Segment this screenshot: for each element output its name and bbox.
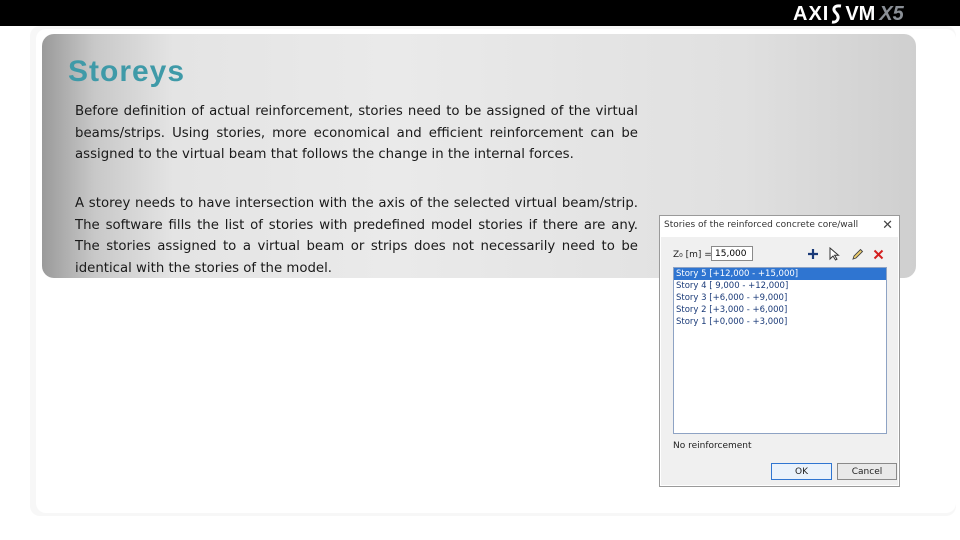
pointer-icon[interactable] [827, 246, 843, 262]
dialog-titlebar: Stories of the reinforced concrete core/… [660, 216, 899, 237]
list-item[interactable]: Story 1 [+0,000 - +3,000] [674, 316, 886, 328]
reinforcement-status: No reinforcement [673, 441, 752, 451]
slide-title: Storeys [68, 55, 186, 88]
axisvm-logo: AXI VM X5 [793, 3, 904, 25]
logo-version: X5 [879, 2, 904, 25]
z0-label: Z₀ [m] = [673, 250, 712, 260]
logo-text-left: AXI [793, 2, 830, 25]
close-icon[interactable]: ✕ [882, 218, 893, 233]
list-item[interactable]: Story 3 [+6,000 - +9,000] [674, 292, 886, 304]
paragraph-2: A storey needs to have intersection with… [75, 196, 638, 276]
ok-button[interactable]: OK [771, 463, 832, 480]
z0-input[interactable] [711, 246, 753, 261]
cancel-button[interactable]: Cancel [837, 463, 897, 480]
paragraph-1: Before definition of actual reinforcemen… [75, 104, 638, 162]
stories-dialog: Stories of the reinforced concrete core/… [659, 215, 900, 487]
edit-icon[interactable] [849, 246, 865, 262]
logo-text-right: VM [845, 2, 876, 25]
list-item[interactable]: Story 4 [ 9,000 - +12,000] [674, 280, 886, 292]
dialog-body: Z₀ [m] = Story 5 [+12,000 - +15,000] Sto… [661, 237, 898, 485]
list-item[interactable]: Story 2 [+3,000 - +6,000] [674, 304, 886, 316]
logo-s-icon [832, 4, 842, 24]
delete-icon[interactable] [870, 246, 886, 262]
list-item[interactable]: Story 5 [+12,000 - +15,000] [674, 268, 886, 280]
dialog-title: Stories of the reinforced concrete core/… [664, 220, 859, 230]
stories-list[interactable]: Story 5 [+12,000 - +15,000] Story 4 [ 9,… [673, 267, 887, 434]
add-icon[interactable] [805, 246, 821, 262]
